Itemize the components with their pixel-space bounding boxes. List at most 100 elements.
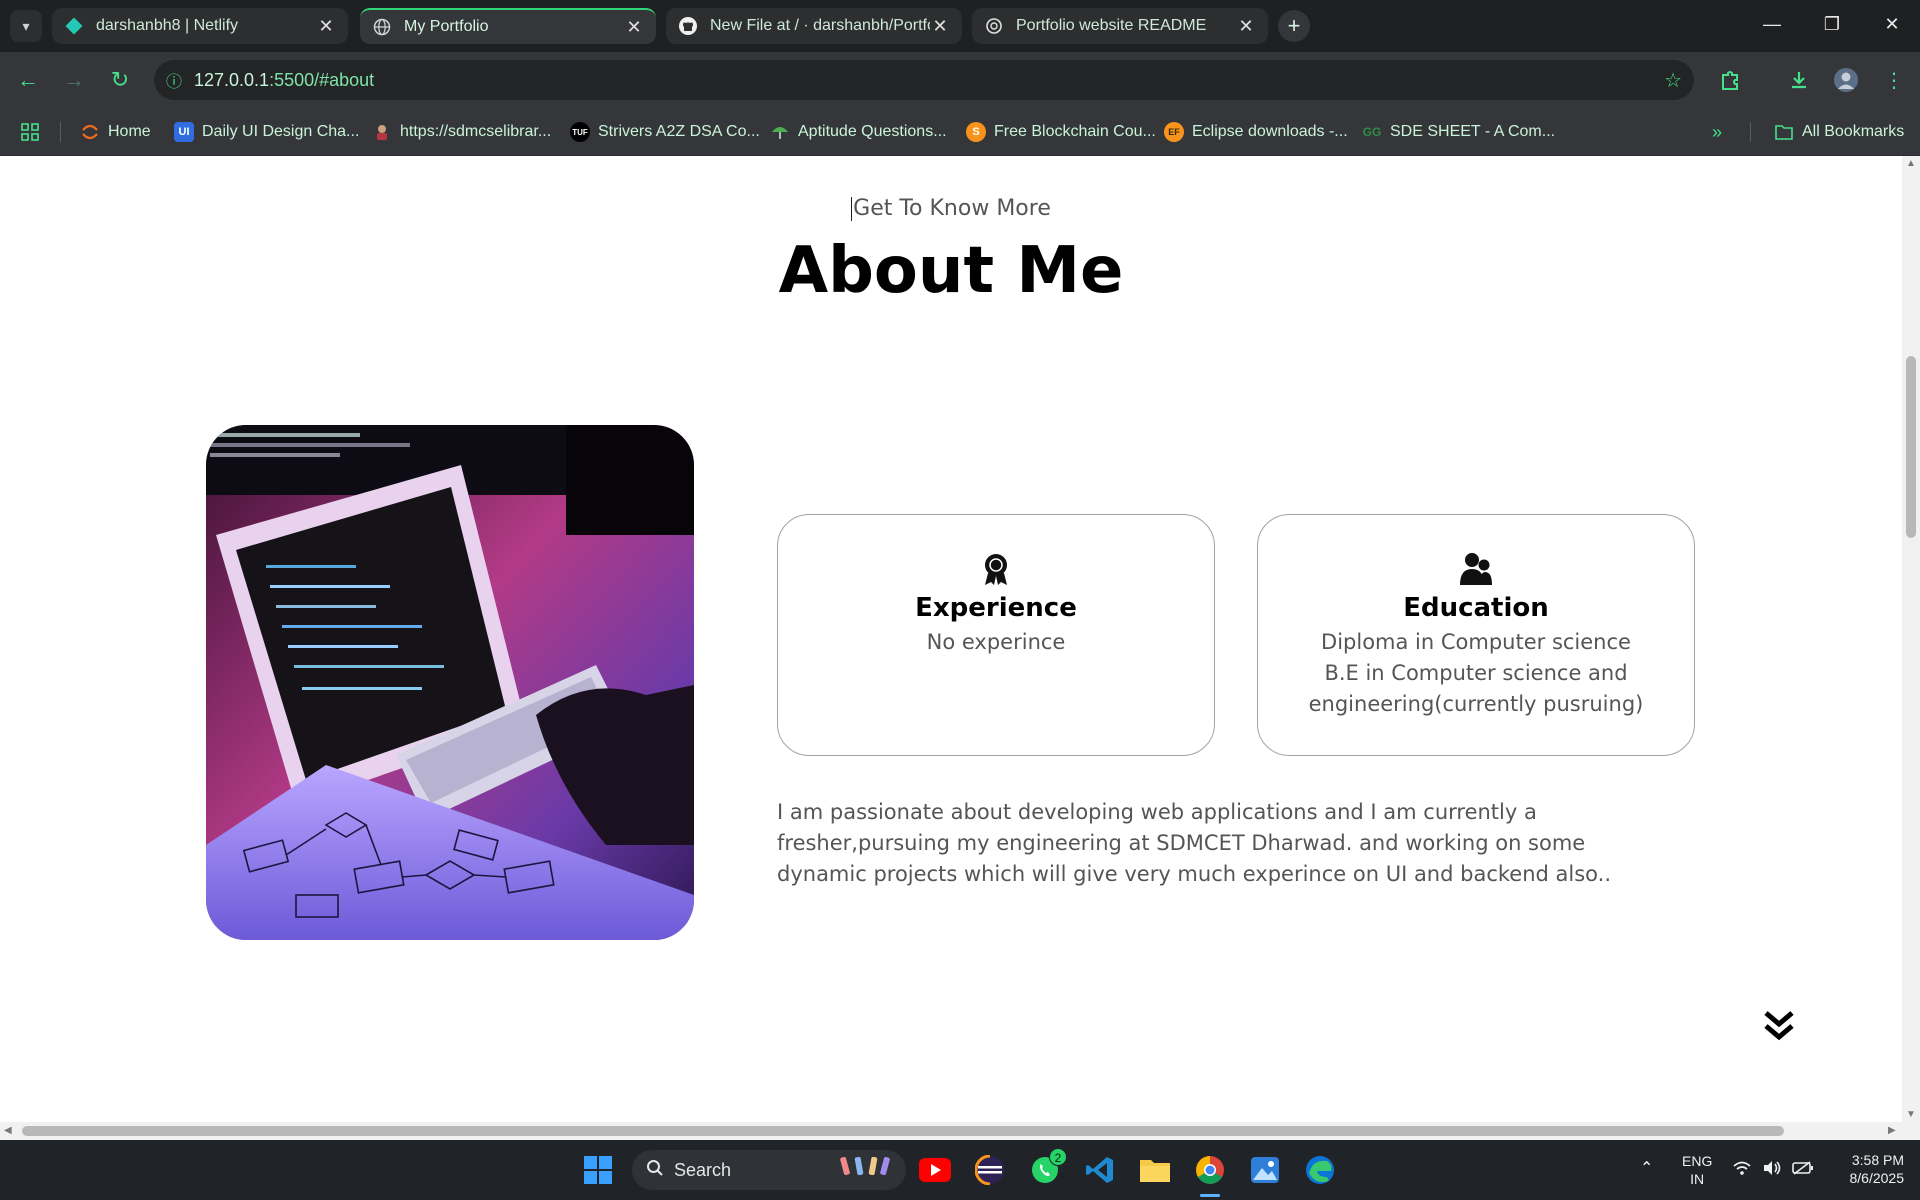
restore-icon: ❐ xyxy=(1823,13,1841,34)
chrome-icon[interactable] xyxy=(1192,1152,1228,1188)
whatsapp-icon[interactable]: 2 xyxy=(1027,1148,1067,1188)
extensions-icon[interactable] xyxy=(1716,66,1744,94)
award-ribbon-icon xyxy=(978,551,1014,587)
clock[interactable]: 3:58 PM 8/6/2025 xyxy=(1834,1151,1905,1187)
minimize-icon: — xyxy=(1763,13,1781,34)
all-bookmarks-label: All Bookmarks xyxy=(1802,123,1905,140)
tab-search-button[interactable]: ▾ xyxy=(10,10,42,42)
windows-start-icon[interactable] xyxy=(580,1152,616,1188)
close-icon[interactable]: ✕ xyxy=(1236,16,1256,37)
search-icon xyxy=(646,1159,664,1182)
horizontal-scroll-thumb[interactable] xyxy=(22,1126,1784,1136)
folder-icon xyxy=(1774,122,1794,142)
bookmark-sde-sheet[interactable]: GG SDE SHEET - A Com... xyxy=(1362,120,1555,144)
tuf-icon: TUF xyxy=(570,122,590,142)
ef-icon: EF xyxy=(1164,122,1184,142)
reload-icon: ↻ xyxy=(110,67,130,92)
reload-button[interactable]: ↻ xyxy=(104,64,136,96)
bookmarks-divider xyxy=(60,122,61,142)
battery-icon[interactable] xyxy=(1792,1160,1814,1180)
eclipse-icon[interactable] xyxy=(972,1152,1008,1188)
bookmark-label: Eclipse downloads -... xyxy=(1192,123,1348,140)
bookmark-label: Aptitude Questions... xyxy=(798,123,947,140)
home-arc-icon xyxy=(80,122,100,142)
bookmark-home[interactable]: Home xyxy=(80,120,151,144)
minimize-button[interactable]: — xyxy=(1752,8,1792,40)
bookmark-aptitude[interactable]: Aptitude Questions... xyxy=(770,120,947,144)
notification-badge: 2 xyxy=(1049,1148,1067,1166)
new-tab-button[interactable]: + xyxy=(1278,10,1310,42)
all-bookmarks-button[interactable]: All Bookmarks xyxy=(1774,120,1904,144)
openai-icon xyxy=(984,16,1004,36)
tab-label: Portfolio website README xyxy=(1016,17,1207,34)
youtube-icon[interactable] xyxy=(917,1152,953,1188)
close-icon[interactable]: ✕ xyxy=(316,16,336,37)
back-button[interactable]: ← xyxy=(12,64,44,96)
scroll-right-icon[interactable]: ▶ xyxy=(1888,1125,1896,1136)
edge-icon[interactable] xyxy=(1302,1152,1338,1188)
volume-icon[interactable] xyxy=(1762,1160,1782,1180)
bookmark-blockchain[interactable]: S Free Blockchain Cou... xyxy=(966,120,1156,144)
tab-github[interactable]: New File at / · darshanbh/Portfo ✕ xyxy=(666,8,962,44)
tray-overflow-icon[interactable]: ⌃ xyxy=(1640,1160,1653,1178)
education-title: Education xyxy=(1403,593,1549,623)
globe-icon xyxy=(372,17,392,37)
chevron-down-icon: ▾ xyxy=(22,17,30,34)
scroll-down-icon[interactable]: ▼ xyxy=(1905,1109,1917,1120)
tab-strip: ▾ darshanbh8 | Netlify ✕ My Portfolio ✕ … xyxy=(0,0,1920,52)
apps-grid-icon[interactable] xyxy=(20,120,40,144)
page-viewport: Get To Know More About Me Experience No … xyxy=(0,156,1902,1122)
scroll-left-icon[interactable]: ◀ xyxy=(4,1125,12,1136)
site-info-icon[interactable]: ⓘ xyxy=(154,68,194,92)
wifi-icon[interactable] xyxy=(1732,1160,1752,1180)
forward-button[interactable]: → xyxy=(58,64,90,96)
education-line-1: Diploma in Computer science xyxy=(1321,630,1631,654)
bookmark-label: https://sdmcselibrar... xyxy=(400,123,552,140)
bookmark-sdmcse-library[interactable]: https://sdmcselibrar... xyxy=(372,120,551,144)
bookmark-eclipse[interactable]: EF Eclipse downloads -... xyxy=(1164,120,1348,144)
gfg-icon: GG xyxy=(1362,125,1382,139)
photos-icon[interactable] xyxy=(1247,1152,1283,1188)
close-icon[interactable]: ✕ xyxy=(930,16,950,37)
page-title: About Me xyxy=(778,234,1124,308)
vertical-scroll-thumb[interactable] xyxy=(1906,356,1916,538)
profile-avatar[interactable] xyxy=(1832,66,1860,94)
bookmark-label: Strivers A2Z DSA Co... xyxy=(598,123,760,140)
tab-my-portfolio[interactable]: My Portfolio ✕ xyxy=(360,8,656,44)
text-cursor xyxy=(851,197,853,221)
s-icon: S xyxy=(966,122,986,142)
subtitle-text: Get To Know More xyxy=(853,196,1051,221)
vertical-scrollbar[interactable]: ▲ ▼ xyxy=(1902,156,1920,1122)
horizontal-scrollbar[interactable]: ◀ ▶ xyxy=(0,1122,1920,1140)
bookmarks-bar: Home UI Daily UI Design Cha... https://s… xyxy=(0,108,1920,156)
close-window-button[interactable]: ✕ xyxy=(1872,8,1912,40)
vscode-icon[interactable] xyxy=(1082,1152,1118,1188)
education-text: Diploma in Computer science B.E in Compu… xyxy=(1258,627,1694,720)
tab-netlify[interactable]: darshanbh8 | Netlify ✕ xyxy=(52,8,348,44)
clock-time: 3:58 PM xyxy=(1851,1152,1904,1168)
tab-readme[interactable]: Portfolio website README ✕ xyxy=(972,8,1268,44)
bookmark-label: Home xyxy=(108,123,151,140)
address-bar[interactable]: ⓘ 127.0.0.1:5500/#about ☆ xyxy=(154,60,1694,100)
url-host: 127.0.0.1 xyxy=(194,69,270,90)
restore-button[interactable]: ❐ xyxy=(1812,8,1852,40)
scroll-down-arrow-icon[interactable] xyxy=(1762,1010,1796,1042)
close-icon[interactable]: ✕ xyxy=(624,17,644,38)
menu-icon[interactable]: ⋮ xyxy=(1880,66,1908,94)
bookmark-star-icon[interactable]: ☆ xyxy=(1664,68,1682,93)
bookmark-strivers[interactable]: TUF Strivers A2Z DSA Co... xyxy=(570,120,760,144)
download-icon[interactable] xyxy=(1785,66,1813,94)
scroll-up-icon[interactable]: ▲ xyxy=(1905,158,1917,169)
close-icon: ✕ xyxy=(1884,13,1900,34)
users-icon xyxy=(1458,551,1494,587)
more-bookmarks-icon[interactable]: » xyxy=(1712,120,1722,144)
file-explorer-icon[interactable] xyxy=(1137,1152,1173,1188)
active-app-indicator xyxy=(1200,1194,1220,1197)
bookmark-daily-ui[interactable]: UI Daily UI Design Cha... xyxy=(174,120,359,144)
taskbar-search-box[interactable]: Search xyxy=(632,1150,906,1190)
clock-date: 8/6/2025 xyxy=(1849,1170,1905,1186)
bookmark-label: Free Blockchain Cou... xyxy=(994,123,1156,140)
tab-label: darshanbh8 | Netlify xyxy=(96,17,239,34)
language-indicator[interactable]: ENG IN xyxy=(1682,1152,1712,1188)
url-text: 127.0.0.1:5500/#about xyxy=(194,70,374,91)
